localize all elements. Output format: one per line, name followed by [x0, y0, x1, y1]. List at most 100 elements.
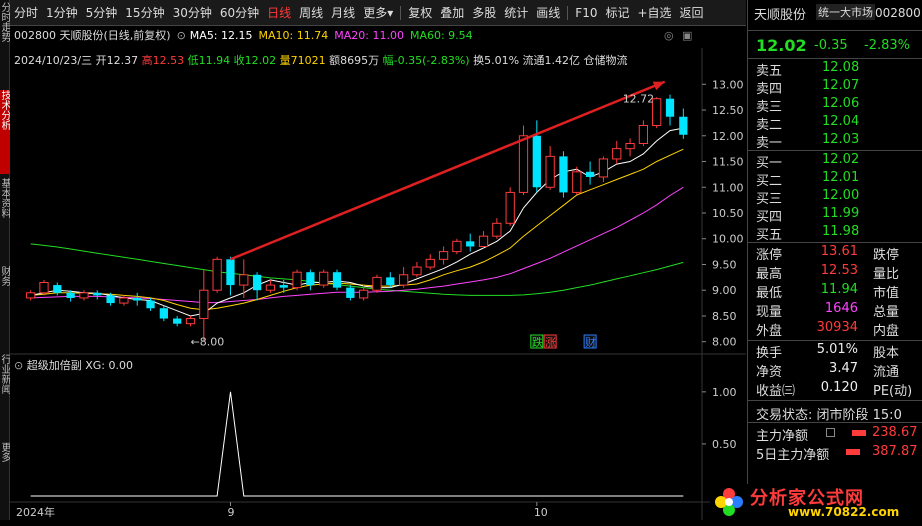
ask-row: 卖二 12.04: [748, 114, 922, 133]
toolbar-13[interactable]: 统计: [500, 4, 532, 21]
bid-label: 买四: [756, 210, 783, 225]
left-tab-3[interactable]: 财务: [0, 266, 10, 350]
event-marker: 财: [585, 335, 596, 349]
toolbar-10[interactable]: 复权: [404, 4, 436, 21]
toolbar-12[interactable]: 多股: [468, 4, 500, 21]
stat-label-2: 市值: [873, 286, 900, 301]
flower-logo-icon: [715, 488, 743, 516]
toolbar-17[interactable]: +自选: [633, 4, 675, 21]
bid-label: 买二: [756, 174, 783, 189]
toolbar-4[interactable]: 30分钟: [169, 4, 216, 21]
candle-body: [478, 235, 489, 247]
candle-body: [292, 271, 302, 289]
candle-body: [612, 148, 622, 160]
ytick-label: 9.00: [712, 284, 737, 297]
bid-price: 12.00: [822, 188, 860, 203]
stat-label: 最低: [756, 286, 783, 301]
bid-row: 买三 12.00: [748, 188, 922, 207]
stock-code: 002800: [875, 6, 921, 20]
toolbar-16[interactable]: 标记: [601, 4, 633, 21]
candle-body: [185, 318, 196, 325]
toolbar-5[interactable]: 60分钟: [216, 4, 263, 21]
candle-body: [39, 282, 49, 294]
toolbar-3[interactable]: 15分钟: [121, 4, 168, 21]
left-tab-2[interactable]: 基本资料: [0, 178, 10, 262]
toolbar-0[interactable]: 分时: [10, 4, 42, 21]
stat-label-2: 总量: [873, 305, 900, 320]
divider: [748, 422, 922, 423]
candle-body: [119, 297, 129, 304]
flow-label: 5日主力净额: [756, 448, 830, 463]
left-tab-0[interactable]: 分时走势: [0, 2, 10, 86]
list-icon[interactable]: [826, 428, 835, 437]
toolbar-14[interactable]: 画线: [532, 4, 564, 21]
toolbar-8[interactable]: 月线: [327, 4, 359, 21]
stat-label-2: 跌停: [873, 248, 900, 263]
candle-body: [518, 135, 529, 193]
ask-label: 卖一: [756, 136, 783, 151]
ma20-line: [30, 186, 684, 304]
toolbar-11[interactable]: 叠加: [436, 4, 468, 21]
quote-panel: 天顺股份 统一大市场 002800 12.02 -0.35 -2.83% 卖五 12.08 卖四…: [747, 0, 922, 520]
candle-body: [386, 277, 395, 286]
ma60-line: [30, 243, 684, 296]
stat-row: 最低 11.94 市值: [748, 282, 922, 301]
toolbar-1[interactable]: 1分钟: [42, 4, 82, 21]
indicator-value: XG: 0.00: [85, 359, 133, 372]
divider: [748, 400, 922, 401]
stat-label: 现量: [756, 305, 783, 320]
candle-body: [173, 318, 182, 324]
candle-body: [239, 274, 249, 286]
stat-label-2: 流通: [873, 365, 900, 380]
candle-body: [252, 274, 262, 291]
ask-price: 12.03: [822, 132, 860, 147]
ytick-label: 8.50: [712, 310, 737, 323]
candle-body: [625, 143, 635, 150]
watermark-logo: 分析家公式网 www.70822.com: [710, 484, 922, 520]
left-tab-5[interactable]: 更多: [0, 442, 10, 526]
candle-body: [79, 292, 89, 299]
kline-chart[interactable]: 8.00 8.50 9.00 9.50 10.00 10.50 11.00 11.50 12.0…: [10, 26, 746, 520]
candle-body: [199, 289, 209, 320]
stat2-row: 收益㈢ 0.120 PE(动): [748, 380, 922, 399]
indicator-menu-icon[interactable]: ⊙: [14, 359, 23, 372]
candle-body: [505, 191, 515, 224]
stat-label-2: 股本: [873, 346, 900, 361]
market-tag[interactable]: 统一大市场: [816, 4, 875, 20]
stat2-row: 净资 3.47 流通: [748, 361, 922, 380]
toolbar-2[interactable]: 5分钟: [82, 4, 122, 21]
flow-value: 238.67: [872, 425, 918, 440]
stat-value: 12.53: [820, 263, 858, 278]
stat-row: 现量 1646 总量: [748, 301, 922, 320]
stat-value: 3.47: [829, 361, 858, 376]
divider: [748, 30, 922, 31]
ytick-label: 9.50: [712, 258, 737, 271]
flow-row: 主力净额 238.67: [748, 425, 922, 444]
stock-title: 天顺股份: [754, 8, 807, 23]
left-tab-4[interactable]: 行业新闻: [0, 354, 10, 438]
bid-label: 买一: [756, 156, 783, 171]
candle-body: [279, 285, 288, 288]
toolbar-9[interactable]: 更多▾: [359, 4, 397, 21]
last-price: 12.02: [756, 36, 807, 55]
ma5-line: [30, 127, 684, 317]
ask-price: 12.07: [822, 78, 860, 93]
candle-body: [425, 258, 435, 268]
toolbar-15[interactable]: F10: [571, 6, 601, 20]
candle-body: [212, 258, 222, 291]
stat-label: 最高: [756, 267, 783, 282]
flow-bar: [852, 430, 866, 436]
candle-body: [665, 98, 675, 117]
toolbar-18[interactable]: 返回: [676, 4, 708, 21]
xtick-label: 2024年: [16, 505, 55, 519]
toolbar-separator: [567, 5, 569, 20]
toolbar-6[interactable]: 日线: [263, 4, 295, 21]
stat-label-2: PE(动): [873, 384, 913, 399]
left-tab-1[interactable]: 技术分析: [0, 90, 10, 174]
ytick-label: 11.50: [712, 156, 744, 169]
stat-value: 30934: [816, 320, 858, 335]
toolbar-7[interactable]: 周线: [295, 4, 327, 21]
ask-row: 卖一 12.03: [748, 132, 922, 151]
ask-price: 12.08: [822, 60, 860, 75]
stat-row: 最高 12.53 量比: [748, 263, 922, 282]
